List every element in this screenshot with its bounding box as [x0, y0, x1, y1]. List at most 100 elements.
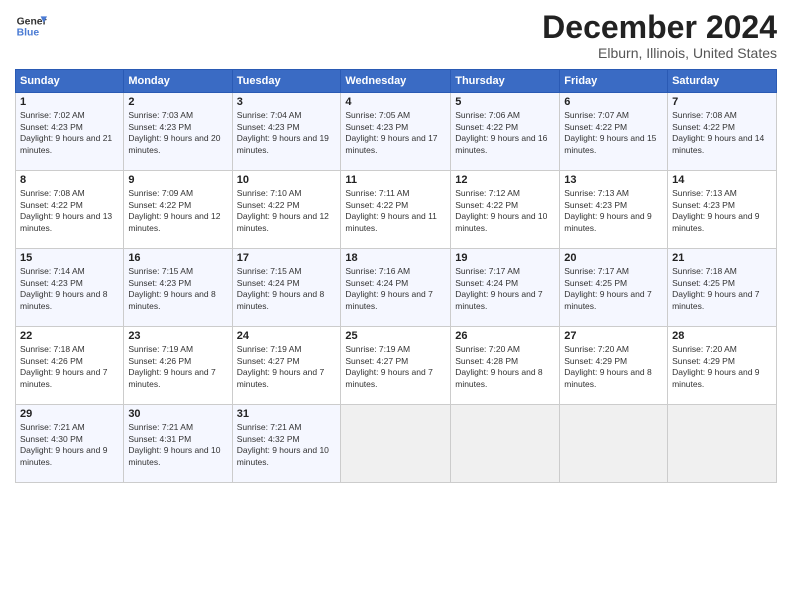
day-number: 11 — [345, 174, 446, 186]
weekday-header-cell: Thursday — [451, 70, 560, 93]
calendar-day-cell: 7 Sunrise: 7:08 AMSunset: 4:22 PMDaylight… — [668, 93, 777, 171]
day-number: 16 — [128, 252, 227, 264]
weekday-header-cell: Saturday — [668, 70, 777, 93]
calendar-day-cell: 14 Sunrise: 7:13 AMSunset: 4:23 PMDayligh… — [668, 171, 777, 249]
calendar-table: SundayMondayTuesdayWednesdayThursdayFrid… — [15, 69, 777, 483]
calendar-day-cell: 4 Sunrise: 7:05 AMSunset: 4:23 PMDaylight… — [341, 93, 451, 171]
day-number: 29 — [20, 408, 119, 420]
day-number: 23 — [128, 330, 227, 342]
day-info: Sunrise: 7:21 AMSunset: 4:32 PMDaylight:… — [237, 422, 337, 468]
day-number: 26 — [455, 330, 555, 342]
weekday-header-cell: Wednesday — [341, 70, 451, 93]
calendar-day-cell: 1 Sunrise: 7:02 AMSunset: 4:23 PMDaylight… — [16, 93, 124, 171]
day-number: 31 — [237, 408, 337, 420]
day-info: Sunrise: 7:13 AMSunset: 4:23 PMDaylight:… — [564, 188, 663, 234]
day-number: 25 — [345, 330, 446, 342]
calendar-day-cell: 2Sunrise: 7:03 AMSunset: 4:23 PMDaylight… — [124, 93, 232, 171]
day-number: 28 — [672, 330, 772, 342]
calendar-day-cell: 31 Sunrise: 7:21 AMSunset: 4:32 PMDayligh… — [232, 405, 341, 483]
day-number: 5 — [455, 96, 555, 108]
day-number: 3 — [237, 96, 337, 108]
day-info: Sunrise: 7:19 AMSunset: 4:27 PMDaylight:… — [237, 344, 337, 390]
calendar-day-cell: 5Sunrise: 7:06 AMSunset: 4:22 PMDaylight… — [451, 93, 560, 171]
calendar-body: 1 Sunrise: 7:02 AMSunset: 4:23 PMDaylight… — [16, 93, 777, 483]
calendar-day-cell: 11 Sunrise: 7:11 AMSunset: 4:22 PMDayligh… — [341, 171, 451, 249]
day-number: 19 — [455, 252, 555, 264]
day-number: 15 — [20, 252, 119, 264]
calendar-day-cell: 23 Sunrise: 7:19 AMSunset: 4:26 PMDayligh… — [124, 327, 232, 405]
calendar-day-cell — [341, 405, 451, 483]
day-info: Sunrise: 7:14 AMSunset: 4:23 PMDaylight:… — [20, 266, 119, 312]
calendar-day-cell: 29 Sunrise: 7:21 AMSunset: 4:30 PMDayligh… — [16, 405, 124, 483]
calendar-day-cell: 6 Sunrise: 7:07 AMSunset: 4:22 PMDaylight… — [560, 93, 668, 171]
calendar-day-cell: 20Sunrise: 7:17 AMSunset: 4:25 PMDayligh… — [560, 249, 668, 327]
calendar-day-cell: 12Sunrise: 7:12 AMSunset: 4:22 PMDayligh… — [451, 171, 560, 249]
calendar-day-cell: 30Sunrise: 7:21 AMSunset: 4:31 PMDayligh… — [124, 405, 232, 483]
day-number: 13 — [564, 174, 663, 186]
main-container: General Blue December 2024 Elburn, Illin… — [0, 0, 792, 493]
calendar-day-cell: 28Sunrise: 7:20 AMSunset: 4:29 PMDayligh… — [668, 327, 777, 405]
weekday-header: SundayMondayTuesdayWednesdayThursdayFrid… — [16, 70, 777, 93]
day-number: 27 — [564, 330, 663, 342]
day-info: Sunrise: 7:10 AMSunset: 4:22 PMDaylight:… — [237, 188, 337, 234]
calendar-day-cell: 17Sunrise: 7:15 AMSunset: 4:24 PMDayligh… — [232, 249, 341, 327]
day-number: 8 — [20, 174, 119, 186]
day-number: 6 — [564, 96, 663, 108]
day-number: 14 — [672, 174, 772, 186]
day-info: Sunrise: 7:15 AMSunset: 4:24 PMDaylight:… — [237, 266, 337, 312]
day-number: 7 — [672, 96, 772, 108]
logo: General Blue — [15, 10, 47, 42]
day-info: Sunrise: 7:02 AMSunset: 4:23 PMDaylight:… — [20, 110, 119, 156]
calendar-day-cell: 16 Sunrise: 7:15 AMSunset: 4:23 PMDayligh… — [124, 249, 232, 327]
calendar-day-cell — [451, 405, 560, 483]
day-info: Sunrise: 7:05 AMSunset: 4:23 PMDaylight:… — [345, 110, 446, 156]
day-number: 9 — [128, 174, 227, 186]
day-number: 21 — [672, 252, 772, 264]
day-number: 18 — [345, 252, 446, 264]
calendar-day-cell: 13 Sunrise: 7:13 AMSunset: 4:23 PMDayligh… — [560, 171, 668, 249]
day-info: Sunrise: 7:07 AMSunset: 4:22 PMDaylight:… — [564, 110, 663, 156]
day-info: Sunrise: 7:04 AMSunset: 4:23 PMDaylight:… — [237, 110, 337, 156]
day-info: Sunrise: 7:11 AMSunset: 4:22 PMDaylight:… — [345, 188, 446, 234]
svg-text:Blue: Blue — [17, 28, 40, 39]
day-number: 1 — [20, 96, 119, 108]
day-info: Sunrise: 7:08 AMSunset: 4:22 PMDaylight:… — [672, 110, 772, 156]
day-number: 30 — [128, 408, 227, 420]
calendar-week-row: 15 Sunrise: 7:14 AMSunset: 4:23 PMDayligh… — [16, 249, 777, 327]
calendar-day-cell: 8 Sunrise: 7:08 AMSunset: 4:22 PMDaylight… — [16, 171, 124, 249]
day-info: Sunrise: 7:15 AMSunset: 4:23 PMDaylight:… — [128, 266, 227, 312]
calendar-day-cell: 21Sunrise: 7:18 AMSunset: 4:25 PMDayligh… — [668, 249, 777, 327]
calendar-day-cell: 3 Sunrise: 7:04 AMSunset: 4:23 PMDaylight… — [232, 93, 341, 171]
day-number: 4 — [345, 96, 446, 108]
weekday-header-cell: Sunday — [16, 70, 124, 93]
calendar-day-cell: 10 Sunrise: 7:10 AMSunset: 4:22 PMDayligh… — [232, 171, 341, 249]
day-info: Sunrise: 7:13 AMSunset: 4:23 PMDaylight:… — [672, 188, 772, 234]
day-number: 22 — [20, 330, 119, 342]
logo-icon: General Blue — [15, 10, 47, 42]
calendar-day-cell: 18 Sunrise: 7:16 AMSunset: 4:24 PMDayligh… — [341, 249, 451, 327]
day-number: 24 — [237, 330, 337, 342]
day-info: Sunrise: 7:19 AMSunset: 4:26 PMDaylight:… — [128, 344, 227, 390]
day-info: Sunrise: 7:12 AMSunset: 4:22 PMDaylight:… — [455, 188, 555, 234]
calendar-day-cell — [668, 405, 777, 483]
day-info: Sunrise: 7:09 AMSunset: 4:22 PMDaylight:… — [128, 188, 227, 234]
calendar-day-cell: 19 Sunrise: 7:17 AMSunset: 4:24 PMDayligh… — [451, 249, 560, 327]
calendar-day-cell: 25 Sunrise: 7:19 AMSunset: 4:27 PMDayligh… — [341, 327, 451, 405]
day-info: Sunrise: 7:03 AMSunset: 4:23 PMDaylight:… — [128, 110, 227, 156]
weekday-header-cell: Tuesday — [232, 70, 341, 93]
calendar-week-row: 8 Sunrise: 7:08 AMSunset: 4:22 PMDaylight… — [16, 171, 777, 249]
day-info: Sunrise: 7:17 AMSunset: 4:24 PMDaylight:… — [455, 266, 555, 312]
calendar-week-row: 1 Sunrise: 7:02 AMSunset: 4:23 PMDaylight… — [16, 93, 777, 171]
day-number: 10 — [237, 174, 337, 186]
day-info: Sunrise: 7:20 AMSunset: 4:29 PMDaylight:… — [564, 344, 663, 390]
day-info: Sunrise: 7:18 AMSunset: 4:26 PMDaylight:… — [20, 344, 119, 390]
day-info: Sunrise: 7:19 AMSunset: 4:27 PMDaylight:… — [345, 344, 446, 390]
calendar-day-cell: 27 Sunrise: 7:20 AMSunset: 4:29 PMDayligh… — [560, 327, 668, 405]
day-info: Sunrise: 7:16 AMSunset: 4:24 PMDaylight:… — [345, 266, 446, 312]
calendar-day-cell: 24 Sunrise: 7:19 AMSunset: 4:27 PMDayligh… — [232, 327, 341, 405]
day-info: Sunrise: 7:08 AMSunset: 4:22 PMDaylight:… — [20, 188, 119, 234]
day-info: Sunrise: 7:21 AMSunset: 4:30 PMDaylight:… — [20, 422, 119, 468]
calendar-day-cell: 15 Sunrise: 7:14 AMSunset: 4:23 PMDayligh… — [16, 249, 124, 327]
title-block: December 2024 Elburn, Illinois, United S… — [542, 10, 777, 61]
day-info: Sunrise: 7:17 AMSunset: 4:25 PMDaylight:… — [564, 266, 663, 312]
